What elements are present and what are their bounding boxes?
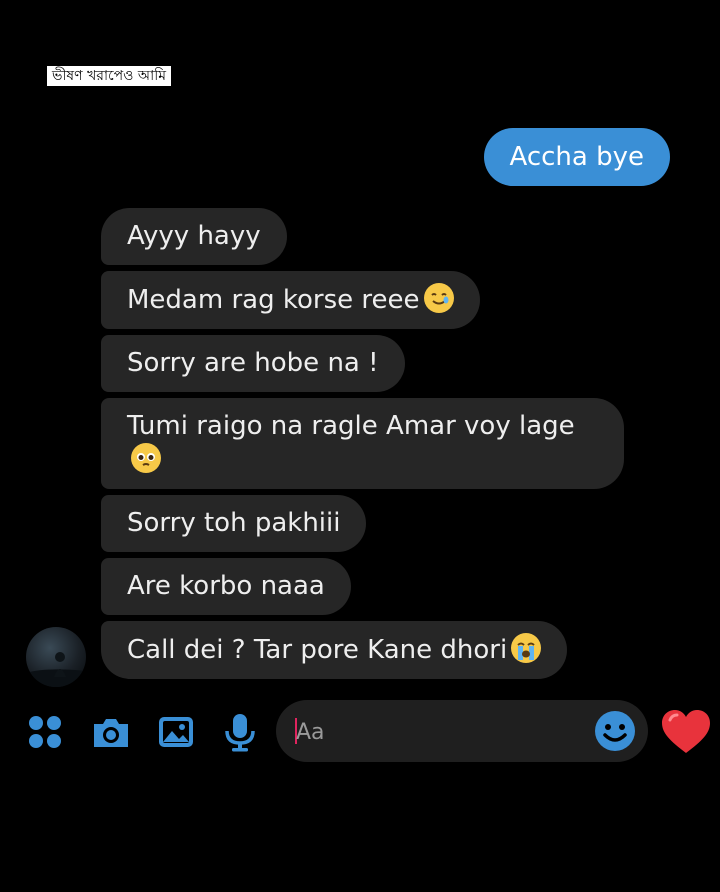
received-message-bubble[interactable]: Ayyy hayy [101, 208, 287, 265]
received-message-bubble[interactable]: Medam rag korse reee [101, 271, 480, 329]
heart-icon[interactable] [660, 708, 712, 756]
sent-message-bubble[interactable]: Accha bye [483, 128, 670, 186]
received-message-bubble[interactable]: Are korbo naaa [101, 558, 351, 615]
camera-icon[interactable] [90, 712, 130, 752]
emoji-icon[interactable] [594, 710, 636, 752]
apps-icon[interactable] [26, 712, 66, 752]
received-message-bubble[interactable]: Call dei ? Tar pore Kane dhori [101, 621, 568, 679]
message-text: Sorry toh pakhiii [127, 508, 341, 538]
message-text: Call dei ? Tar pore Kane dhori [127, 635, 508, 665]
received-message-group: Ayyy hayy Medam rag korse reee Sorry are… [101, 208, 631, 685]
smiling-face-with-tear-icon [423, 283, 454, 313]
microphone-icon[interactable] [220, 712, 260, 752]
message-composer[interactable] [276, 700, 648, 762]
message-input[interactable] [294, 714, 588, 750]
received-message-bubble[interactable]: Sorry are hobe na ! [101, 335, 405, 392]
contact-avatar[interactable] [26, 627, 86, 687]
message-text: Ayyy hayy [127, 221, 261, 251]
message-text: Medam rag korse reee [127, 285, 420, 315]
received-message-bubble[interactable]: Sorry toh pakhiii [101, 495, 367, 552]
message-text: Tumi raigo na ragle Amar voy lage [127, 411, 575, 441]
caption-label: ভীষণ খরাপেও আমি [46, 65, 173, 87]
message-text: Are korbo naaa [127, 571, 325, 601]
message-toolbar [0, 700, 720, 764]
pleading-face-icon [131, 443, 161, 473]
loudly-crying-face-icon [511, 633, 542, 663]
gallery-icon[interactable] [156, 712, 196, 752]
message-text: Sorry are hobe na ! [127, 348, 379, 378]
received-message-bubble[interactable]: Tumi raigo na ragle Amar voy lage [101, 398, 624, 489]
